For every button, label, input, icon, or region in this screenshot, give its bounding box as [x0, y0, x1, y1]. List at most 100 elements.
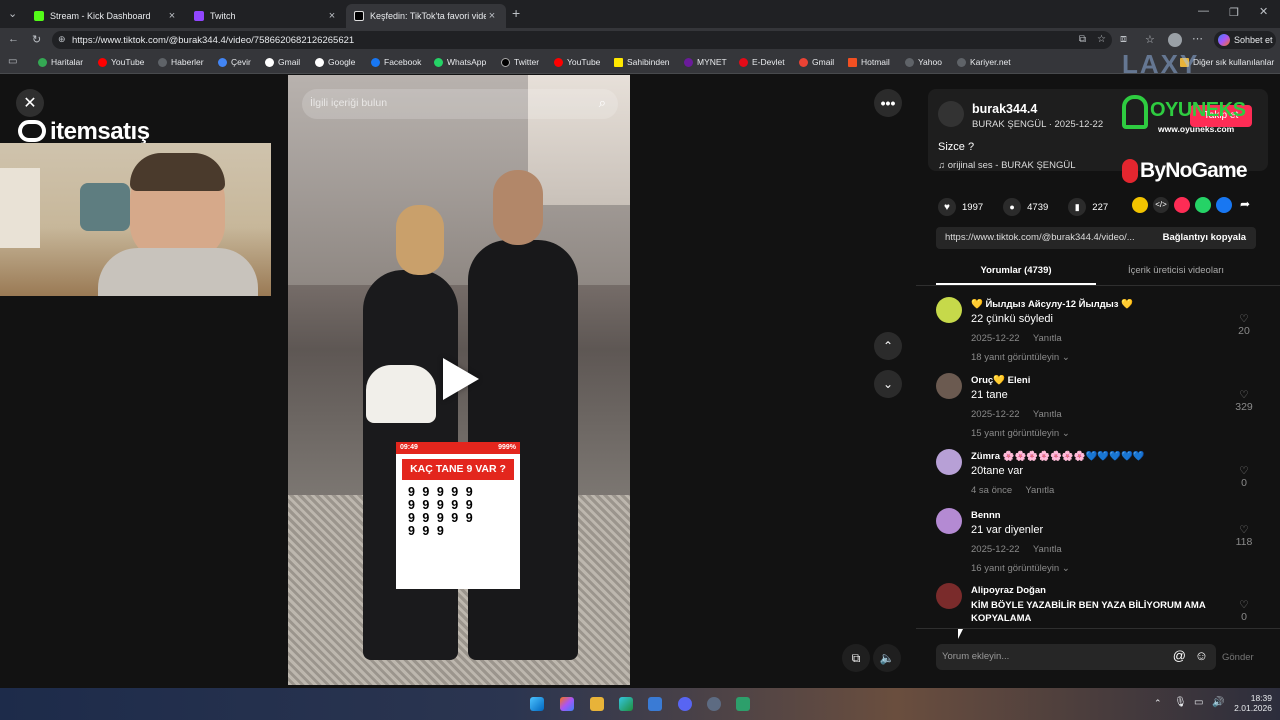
windows-start-icon[interactable] — [530, 697, 544, 711]
avatar[interactable] — [936, 583, 962, 609]
more-icon[interactable]: ⋯ — [1192, 32, 1203, 45]
close-video-button[interactable]: ✕ — [16, 89, 44, 117]
translate-icon[interactable]: ⧉ — [1079, 34, 1086, 45]
profile-avatar[interactable] — [1168, 33, 1182, 47]
like-heart-icon[interactable]: ♥ — [938, 198, 956, 216]
bookmark-google[interactable]: Google — [315, 57, 355, 67]
close-icon[interactable]: × — [486, 10, 498, 22]
whatsapp-share-icon[interactable] — [1195, 197, 1211, 213]
site-info-icon[interactable]: ⊕ — [58, 34, 66, 45]
tab-twitch[interactable]: Twitch × — [186, 4, 346, 28]
bookmark-sahibinden[interactable]: Sahibinden — [614, 57, 670, 67]
reply-button[interactable]: Yanıtla — [1033, 333, 1062, 344]
back-icon[interactable]: ← — [8, 33, 19, 45]
repost-icon[interactable] — [1132, 197, 1148, 213]
bookmark-haberler[interactable]: Haberler — [158, 57, 204, 67]
clock[interactable]: 18:39 2.01.2026 — [1232, 693, 1272, 713]
url-field[interactable]: ⊕ https://www.tiktok.com/@burak344.4/vid… — [52, 31, 1112, 49]
comment-like[interactable]: ♡ 118 — [1230, 524, 1258, 548]
discord-icon[interactable] — [678, 697, 692, 711]
comment-bubble-icon[interactable]: ● — [1003, 198, 1022, 216]
copilot-chat-button[interactable]: Sohbet et — [1214, 31, 1276, 49]
store-icon[interactable] — [648, 697, 662, 711]
comment-like[interactable]: ♡ 0 — [1230, 599, 1258, 623]
send-comment-button[interactable]: Gönder — [1222, 652, 1254, 663]
minimize-icon[interactable]: — — [1198, 5, 1209, 17]
view-replies-button[interactable]: 18 yanıt görüntüleyin ⌄ — [971, 352, 1070, 363]
favorites-icon[interactable]: ☆ — [1145, 33, 1155, 46]
bookmark-gmail-2[interactable]: Gmail — [799, 57, 834, 67]
bookmark-facebook[interactable]: Facebook — [371, 57, 421, 67]
tab-comments[interactable]: Yorumlar (4739) — [936, 257, 1096, 285]
bookmark-haritalar[interactable]: Haritalar — [38, 57, 83, 67]
emoji-icon[interactable]: ☺ — [1195, 648, 1208, 663]
view-replies-button[interactable]: 15 yanıt görüntüleyin ⌄ — [971, 428, 1070, 439]
bookmark-mynet[interactable]: MYNET — [684, 57, 727, 67]
copilot-icon[interactable] — [560, 697, 574, 711]
microphone-icon[interactable]: 🎙 — [1174, 697, 1187, 708]
bookmark-youtube[interactable]: YouTube — [98, 57, 144, 67]
avatar[interactable] — [936, 297, 962, 323]
bookmark-twitter[interactable]: Twitter — [501, 57, 539, 67]
tab-creator-videos[interactable]: İçerik üreticisi videoları — [1096, 257, 1256, 285]
search-icon[interactable]: ⌕ — [599, 95, 606, 111]
bookmark-hotmail[interactable]: Hotmail — [848, 57, 890, 67]
bookmark-youtube-2[interactable]: YouTube — [554, 57, 600, 67]
reply-button[interactable]: Yanıtla — [1033, 544, 1062, 555]
send-to-friend-icon[interactable] — [1174, 197, 1190, 213]
view-replies-button[interactable]: 16 yanıt görüntüleyin ⌄ — [971, 563, 1070, 574]
avatar[interactable] — [936, 449, 962, 475]
video-player[interactable]: İlgili içeriği bulun ⌕ 09:49 999% KAÇ TA… — [288, 75, 630, 685]
author-avatar[interactable] — [938, 101, 964, 127]
author-username[interactable]: burak344.4 — [972, 102, 1037, 116]
restore-icon[interactable]: ❐ — [1229, 6, 1239, 19]
tab-list-icon[interactable]: ⌄ — [8, 7, 17, 20]
app-icon[interactable] — [736, 697, 750, 711]
comment-like[interactable]: ♡ 20 — [1230, 313, 1258, 337]
picture-in-picture-button[interactable]: ⧉ — [842, 644, 870, 672]
close-icon[interactable]: × — [166, 10, 178, 22]
speaker-icon[interactable]: 🔊 — [1212, 697, 1224, 708]
comment-like[interactable]: ♡ 0 — [1230, 465, 1258, 489]
network-icon[interactable]: ▭ — [1194, 697, 1203, 708]
favorite-star-icon[interactable]: ☆ — [1097, 34, 1106, 45]
mention-icon[interactable]: @ — [1173, 648, 1186, 663]
reload-icon[interactable]: ↻ — [32, 33, 41, 46]
file-explorer-icon[interactable] — [590, 697, 604, 711]
reply-button[interactable]: Yanıtla — [1025, 485, 1054, 496]
previous-video-button[interactable]: ⌃ — [874, 332, 902, 360]
bookmark-edevlet[interactable]: E-Devlet — [739, 57, 785, 67]
related-search-input[interactable]: İlgili içeriği bulun ⌕ — [302, 89, 618, 119]
bookmark-cevir[interactable]: Çevir — [218, 57, 251, 67]
embed-icon[interactable]: </> — [1153, 197, 1169, 213]
next-video-button[interactable]: ⌄ — [874, 370, 902, 398]
tab-tiktok[interactable]: Keşfedin: TikTok'ta favori videoların × — [346, 4, 506, 28]
comment-input[interactable]: Yorum ekleyin... @ ☺ — [936, 644, 1216, 670]
facebook-share-icon[interactable] — [1216, 197, 1232, 213]
tray-chevron-icon[interactable]: ⌃ — [1154, 698, 1162, 709]
bookmark-kariyer[interactable]: Kariyer.net — [957, 57, 1011, 67]
copy-link-button[interactable]: Bağlantıyı kopyala — [1163, 232, 1246, 243]
share-link-field[interactable]: https://www.tiktok.com/@burak344.4/video… — [936, 227, 1256, 249]
settings-icon[interactable] — [707, 697, 721, 711]
play-icon[interactable] — [443, 358, 479, 400]
bookmark-whatsapp[interactable]: WhatsApp — [434, 57, 486, 67]
more-options-button[interactable]: ••• — [874, 89, 902, 117]
close-window-icon[interactable]: ✕ — [1259, 5, 1268, 18]
volume-button[interactable]: 🔈 — [873, 644, 901, 672]
bookmark-icon[interactable]: ▮ — [1068, 198, 1087, 216]
reply-button[interactable]: Yanıtla — [1033, 409, 1062, 420]
extensions-icon[interactable]: ⧈ — [1120, 33, 1127, 46]
comment-like[interactable]: ♡ 329 — [1230, 389, 1258, 413]
tab-kick[interactable]: Stream - Kick Dashboard × — [26, 4, 186, 28]
edge-icon[interactable] — [619, 697, 633, 711]
bookmark-yahoo[interactable]: Yahoo — [905, 57, 942, 67]
new-tab-icon[interactable]: + — [512, 5, 520, 21]
avatar[interactable] — [936, 508, 962, 534]
reading-list-icon[interactable]: ▭ — [8, 56, 17, 67]
sound-link[interactable]: ♫ orijinal ses - BURAK ŞENGÜL — [938, 160, 1076, 171]
close-icon[interactable]: × — [326, 10, 338, 22]
share-arrow-icon[interactable]: ➦ — [1237, 197, 1253, 213]
avatar[interactable] — [936, 373, 962, 399]
bookmark-gmail[interactable]: Gmail — [265, 57, 300, 67]
